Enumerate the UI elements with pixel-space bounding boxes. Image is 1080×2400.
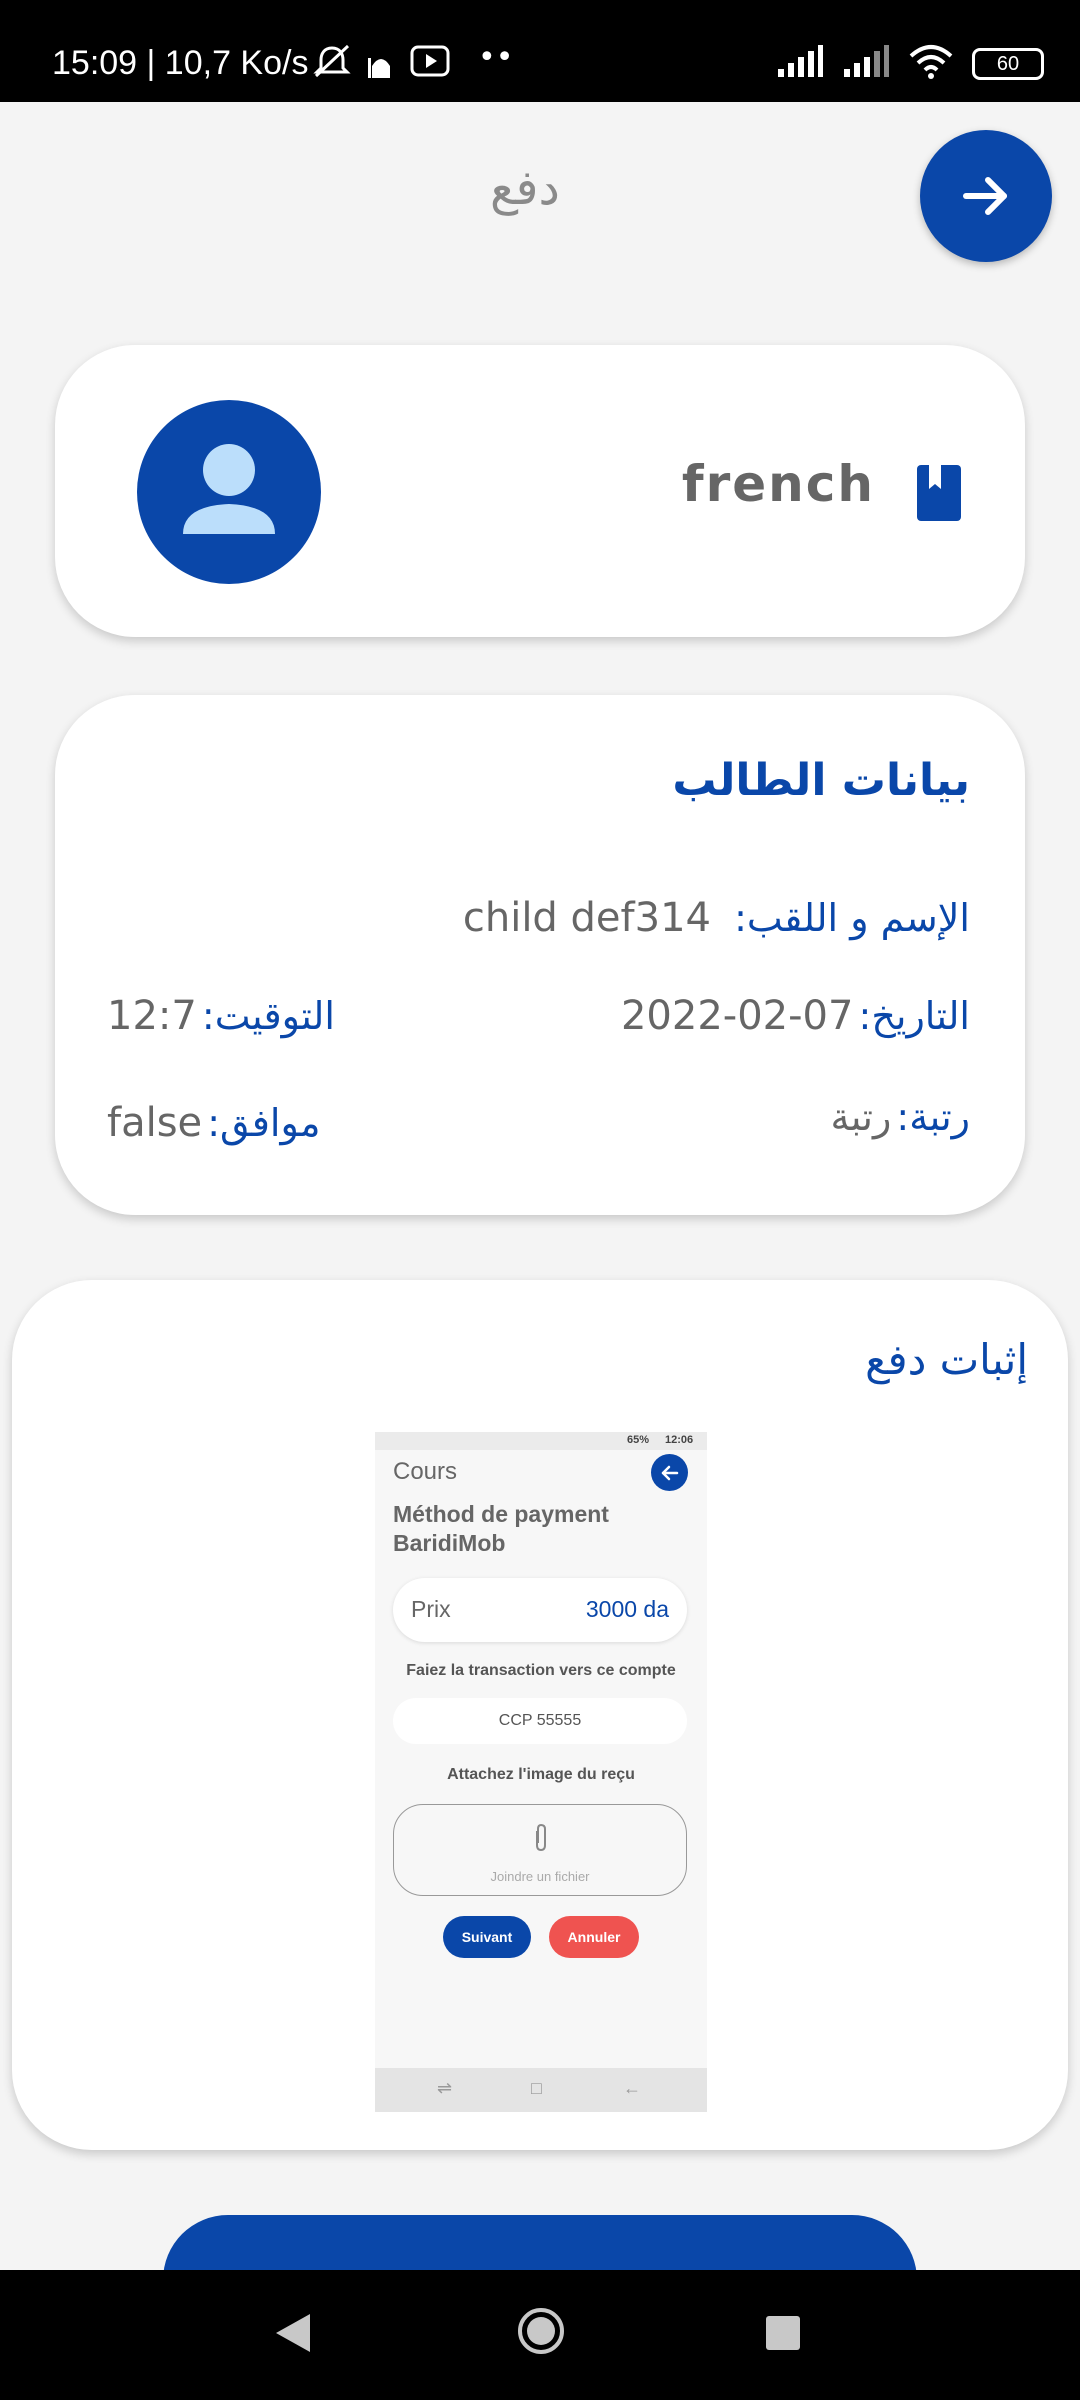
- person-icon: [183, 444, 275, 534]
- signal-1-icon: [776, 45, 824, 83]
- arrow-left-icon: [661, 1465, 678, 1480]
- receipt-nav-bar: ⇌ □ ←: [375, 2068, 707, 2112]
- receipt-back-button: [651, 1454, 688, 1491]
- date-value: 2022-02-07: [620, 993, 854, 1039]
- receipt-account: CCP 55555: [393, 1698, 687, 1744]
- approved-field: موافق: false: [107, 1100, 320, 1146]
- receipt-heading: Méthod de payment BaridiMob: [393, 1501, 609, 1556]
- rank-label: رتبة:: [896, 1095, 970, 1139]
- navigation-bar: [0, 2270, 1080, 2400]
- rank-value: رتبة: [830, 1095, 892, 1139]
- bookmark-book-icon: [917, 465, 961, 525]
- forward-button[interactable]: [920, 130, 1052, 262]
- signal-2-icon: [842, 45, 890, 83]
- more-notifications-icon: ••: [478, 40, 514, 75]
- rank-field: رتبة: رتبة: [831, 1095, 970, 1139]
- battery-icon: 60: [972, 48, 1044, 80]
- student-info-card: بيانات الطالب الإسم و اللقب: child def31…: [55, 695, 1025, 1215]
- receipt-cancel-button: Annuler: [549, 1916, 639, 1958]
- receipt-recents-icon: ⇌: [437, 2078, 453, 2098]
- page-title: دفع: [490, 160, 560, 216]
- arrow-right-icon: [963, 177, 1007, 215]
- mosque-icon: [366, 44, 396, 84]
- receipt-back-icon: ←: [623, 2078, 641, 2098]
- student-info-title: بيانات الطالب: [672, 755, 970, 806]
- status-time: 15:09 | 10,7 Ko/s: [52, 44, 309, 82]
- youtube-icon: [410, 44, 450, 82]
- receipt-home-icon: □: [531, 2078, 542, 2098]
- receipt-price-box: Prix 3000 da: [393, 1578, 687, 1642]
- time-value: 12:7: [107, 993, 197, 1039]
- receipt-page-title: Cours: [393, 1458, 458, 1485]
- course-card: french: [55, 345, 1025, 637]
- payment-proof-card: إثبات دفع 65% 12:06 Cours Méthod de paym…: [12, 1280, 1068, 2150]
- date-label: التاريخ:: [858, 994, 970, 1038]
- receipt-next-button: Suivant: [443, 1916, 531, 1958]
- notifications-muted-icon: [312, 44, 352, 84]
- nav-home-icon[interactable]: [516, 2306, 566, 2360]
- payment-proof-title: إثبات دفع: [865, 1335, 1028, 1384]
- receipt-attach-box: Joindre un fichier: [393, 1804, 687, 1896]
- receipt-price-label: Prix: [411, 1596, 451, 1622]
- receipt-status-bar: 65% 12:06: [375, 1432, 707, 1450]
- approved-value: false: [107, 1100, 203, 1146]
- nav-recents-icon[interactable]: [766, 2316, 800, 2350]
- avatar: [137, 400, 321, 584]
- name-label: الإسم و اللقب:: [734, 896, 970, 940]
- time-field: التوقيت: 12:7: [107, 993, 335, 1039]
- nav-back-icon[interactable]: [270, 2310, 314, 2360]
- receipt-time: 12:06: [665, 1434, 694, 1446]
- status-bar: 15:09 | 10,7 Ko/s •• 60: [0, 0, 1080, 102]
- battery-level: 60: [996, 53, 1020, 75]
- receipt-battery: 65%: [627, 1434, 650, 1446]
- receipt-price-value: 3000 da: [585, 1596, 669, 1622]
- paperclip-icon: [530, 1823, 552, 1858]
- time-label: التوقيت:: [201, 994, 335, 1038]
- receipt-attach-note: Attachez l'image du reçu: [447, 1766, 635, 1783]
- receipt-attach-placeholder: Joindre un fichier: [490, 1869, 590, 1884]
- course-subject: french: [681, 455, 875, 513]
- date-field: التاريخ: 2022-02-07: [621, 993, 970, 1039]
- approved-label: موافق:: [207, 1101, 321, 1145]
- student-name-field: الإسم و اللقب: child def314: [463, 895, 970, 941]
- wifi-icon: [908, 44, 954, 84]
- receipt-image[interactable]: 65% 12:06 Cours Méthod de payment Baridi…: [375, 1432, 707, 2112]
- receipt-transfer-note: Faiez la transaction vers ce compte: [406, 1662, 676, 1679]
- name-value: child def314: [462, 895, 711, 941]
